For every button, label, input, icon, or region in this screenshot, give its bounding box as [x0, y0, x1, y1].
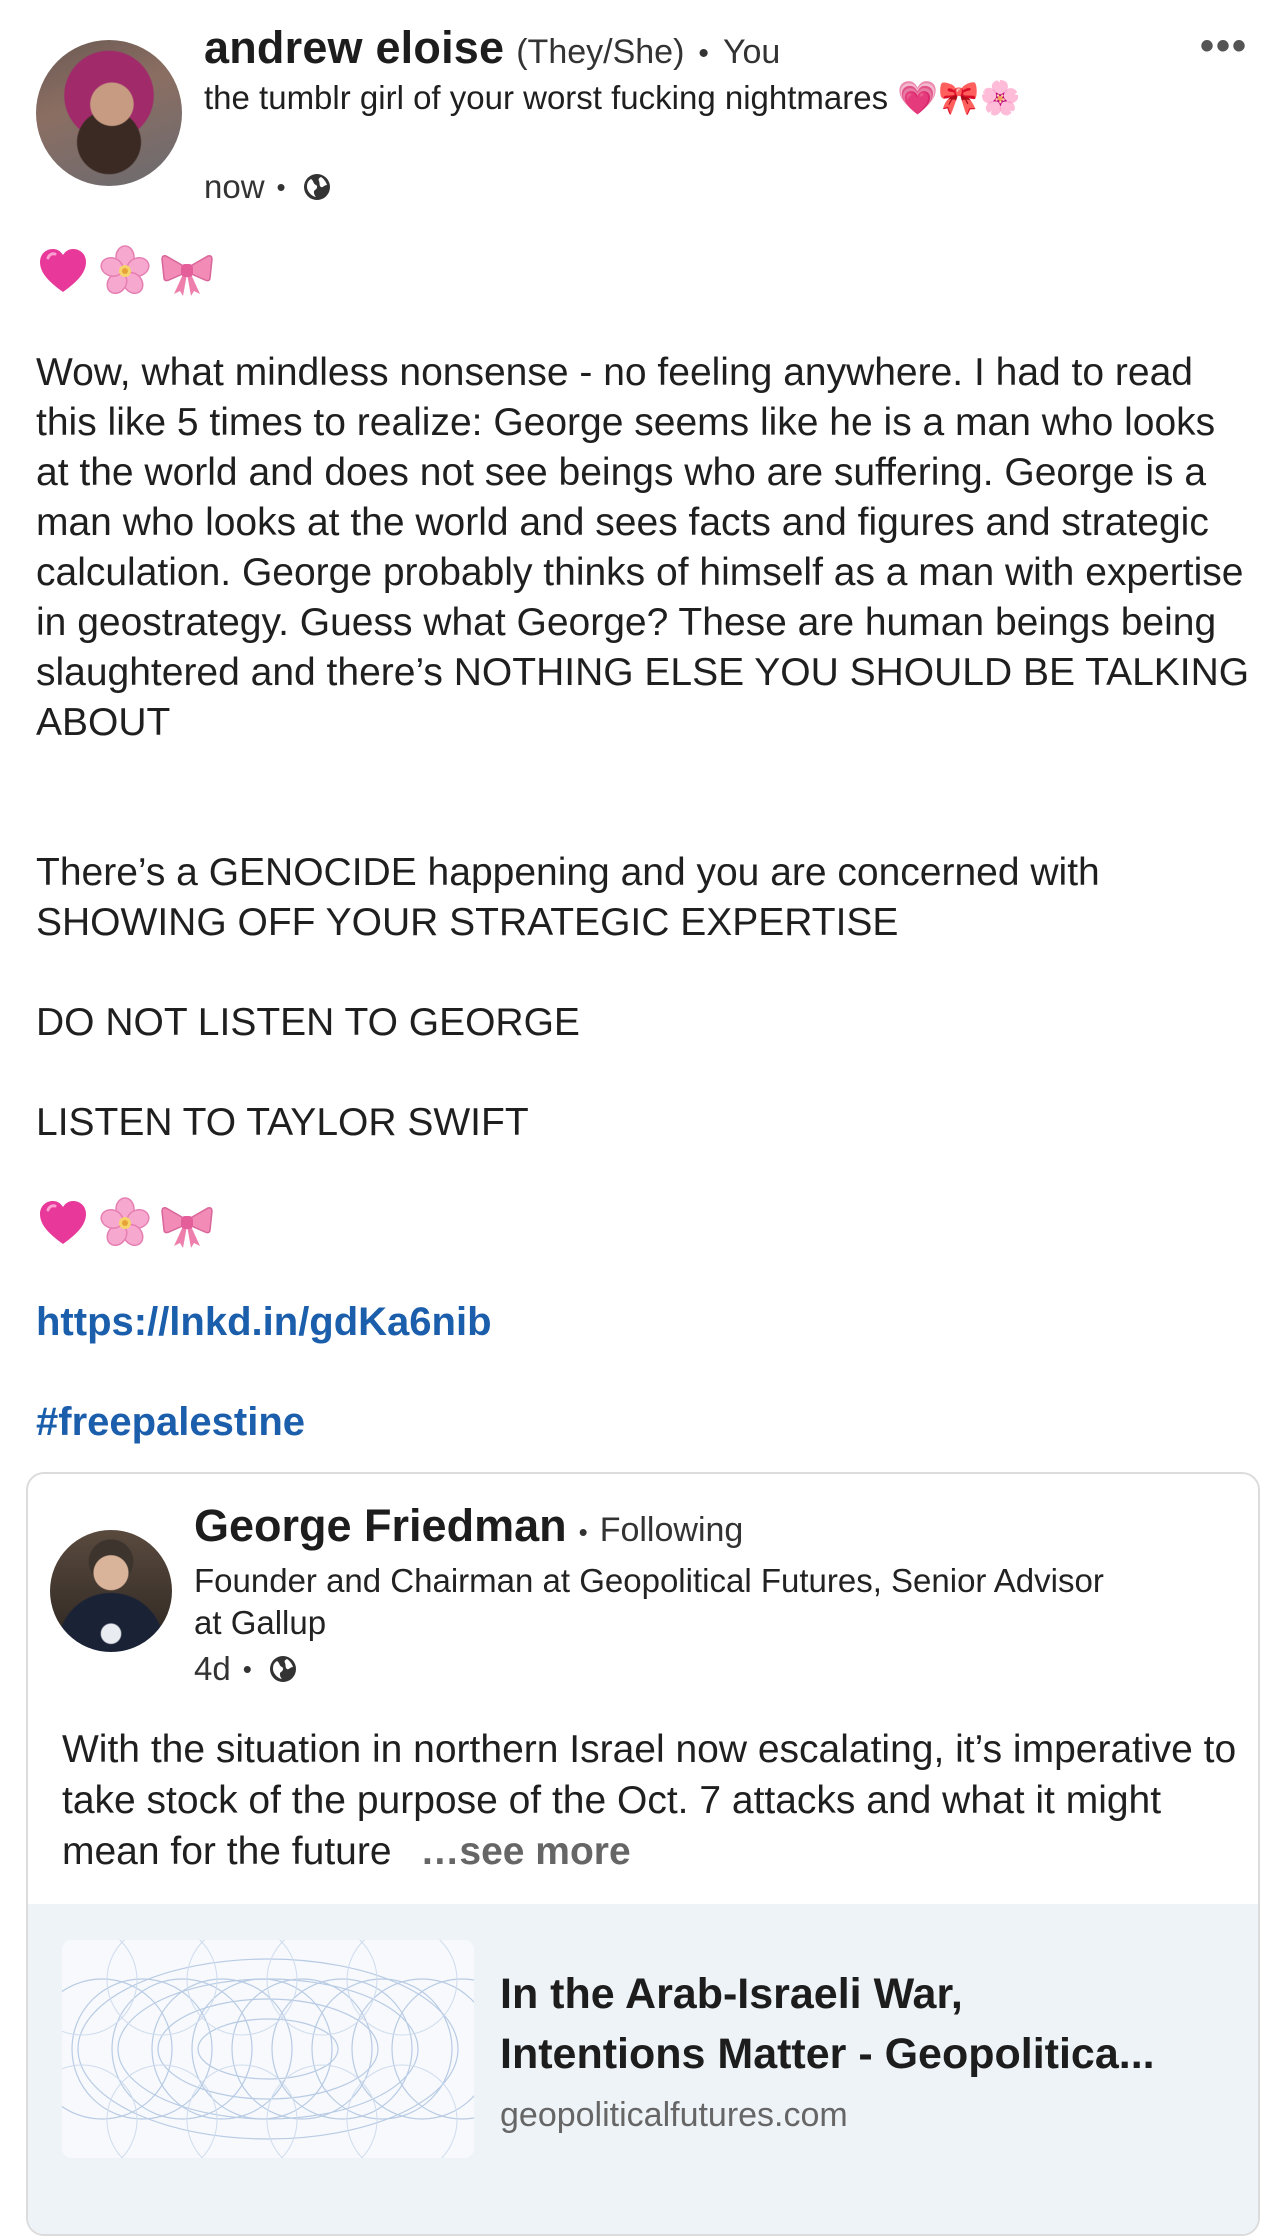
globe-icon	[268, 1654, 298, 1684]
shared-post-time: 4d	[194, 1650, 231, 1687]
post-link[interactable]: https://lnkd.in/gdKa6nib	[36, 1300, 492, 1345]
separator-dot: •	[698, 37, 709, 70]
post-meta: now •	[204, 168, 332, 206]
separator-dot: •	[242, 1653, 252, 1684]
emoji-row-top	[36, 244, 214, 298]
see-more-button[interactable]: …see more	[420, 1830, 630, 1873]
author-name[interactable]: andrew eloise	[204, 22, 504, 74]
shared-post-text: With the situation in northern Israel no…	[62, 1724, 1242, 1877]
post-time: now	[204, 168, 265, 205]
link-preview[interactable]: In the Arab-Israeli War, Intentions Matt…	[28, 1904, 1258, 2234]
more-options-icon[interactable]: •••	[1200, 24, 1248, 69]
shared-post-body: With the situation in northern Israel no…	[62, 1728, 1237, 1873]
author-pronouns: (They/She)	[516, 33, 685, 71]
shared-author-headline: Founder and Chairman at Geopolitical Fut…	[194, 1562, 1104, 1641]
preview-thumbnail	[62, 1940, 474, 2158]
preview-title[interactable]: In the Arab-Israeli War, Intentions Matt…	[500, 1964, 1240, 2084]
shared-post-card[interactable]: George Friedman • Following Founder and …	[26, 1472, 1260, 2236]
separator-dot: •	[578, 1517, 588, 1547]
shared-post-meta: 4d •	[194, 1650, 298, 1688]
heart-emoji-icon	[36, 1196, 90, 1250]
shared-author-line: George Friedman • Following	[194, 1500, 743, 1552]
separator-dot: •	[276, 171, 286, 202]
follow-status: Following	[599, 1511, 744, 1549]
ribbon-emoji-icon	[160, 244, 214, 298]
shared-author-name[interactable]: George Friedman	[194, 1500, 567, 1552]
globe-icon	[302, 172, 332, 202]
post-paragraph-4: LISTEN TO TAYLOR SWIFT	[36, 1101, 529, 1144]
cherry-blossom-emoji-icon	[98, 1196, 152, 1250]
author-relation: You	[722, 33, 781, 71]
preview-title-line-2: Intentions Matter - Geopolitica...	[500, 2030, 1155, 2078]
post-paragraph-1: Wow, what mindless nonsense - no feeling…	[36, 351, 1250, 744]
ribbon-emoji-icon	[160, 1196, 214, 1250]
post-paragraph-3: DO NOT LISTEN TO GEORGE	[36, 1001, 580, 1044]
preview-domain: geopoliticalfutures.com	[500, 2096, 848, 2134]
author-line: andrew eloise (They/She) • You	[204, 22, 780, 82]
preview-title-line-1: In the Arab-Israeli War,	[500, 1970, 963, 2018]
hashtag-link[interactable]: #freepalestine	[36, 1400, 305, 1445]
cherry-blossom-emoji-icon	[98, 244, 152, 298]
heart-emoji-icon	[36, 244, 90, 298]
author-headline: the tumblr girl of your worst fucking ni…	[204, 79, 1021, 116]
emoji-row-bottom	[36, 1196, 214, 1250]
post-paragraph-2: There’s a GENOCIDE happening and you are…	[36, 851, 1100, 944]
shared-author-avatar[interactable]	[50, 1530, 172, 1652]
author-avatar[interactable]	[36, 40, 182, 186]
